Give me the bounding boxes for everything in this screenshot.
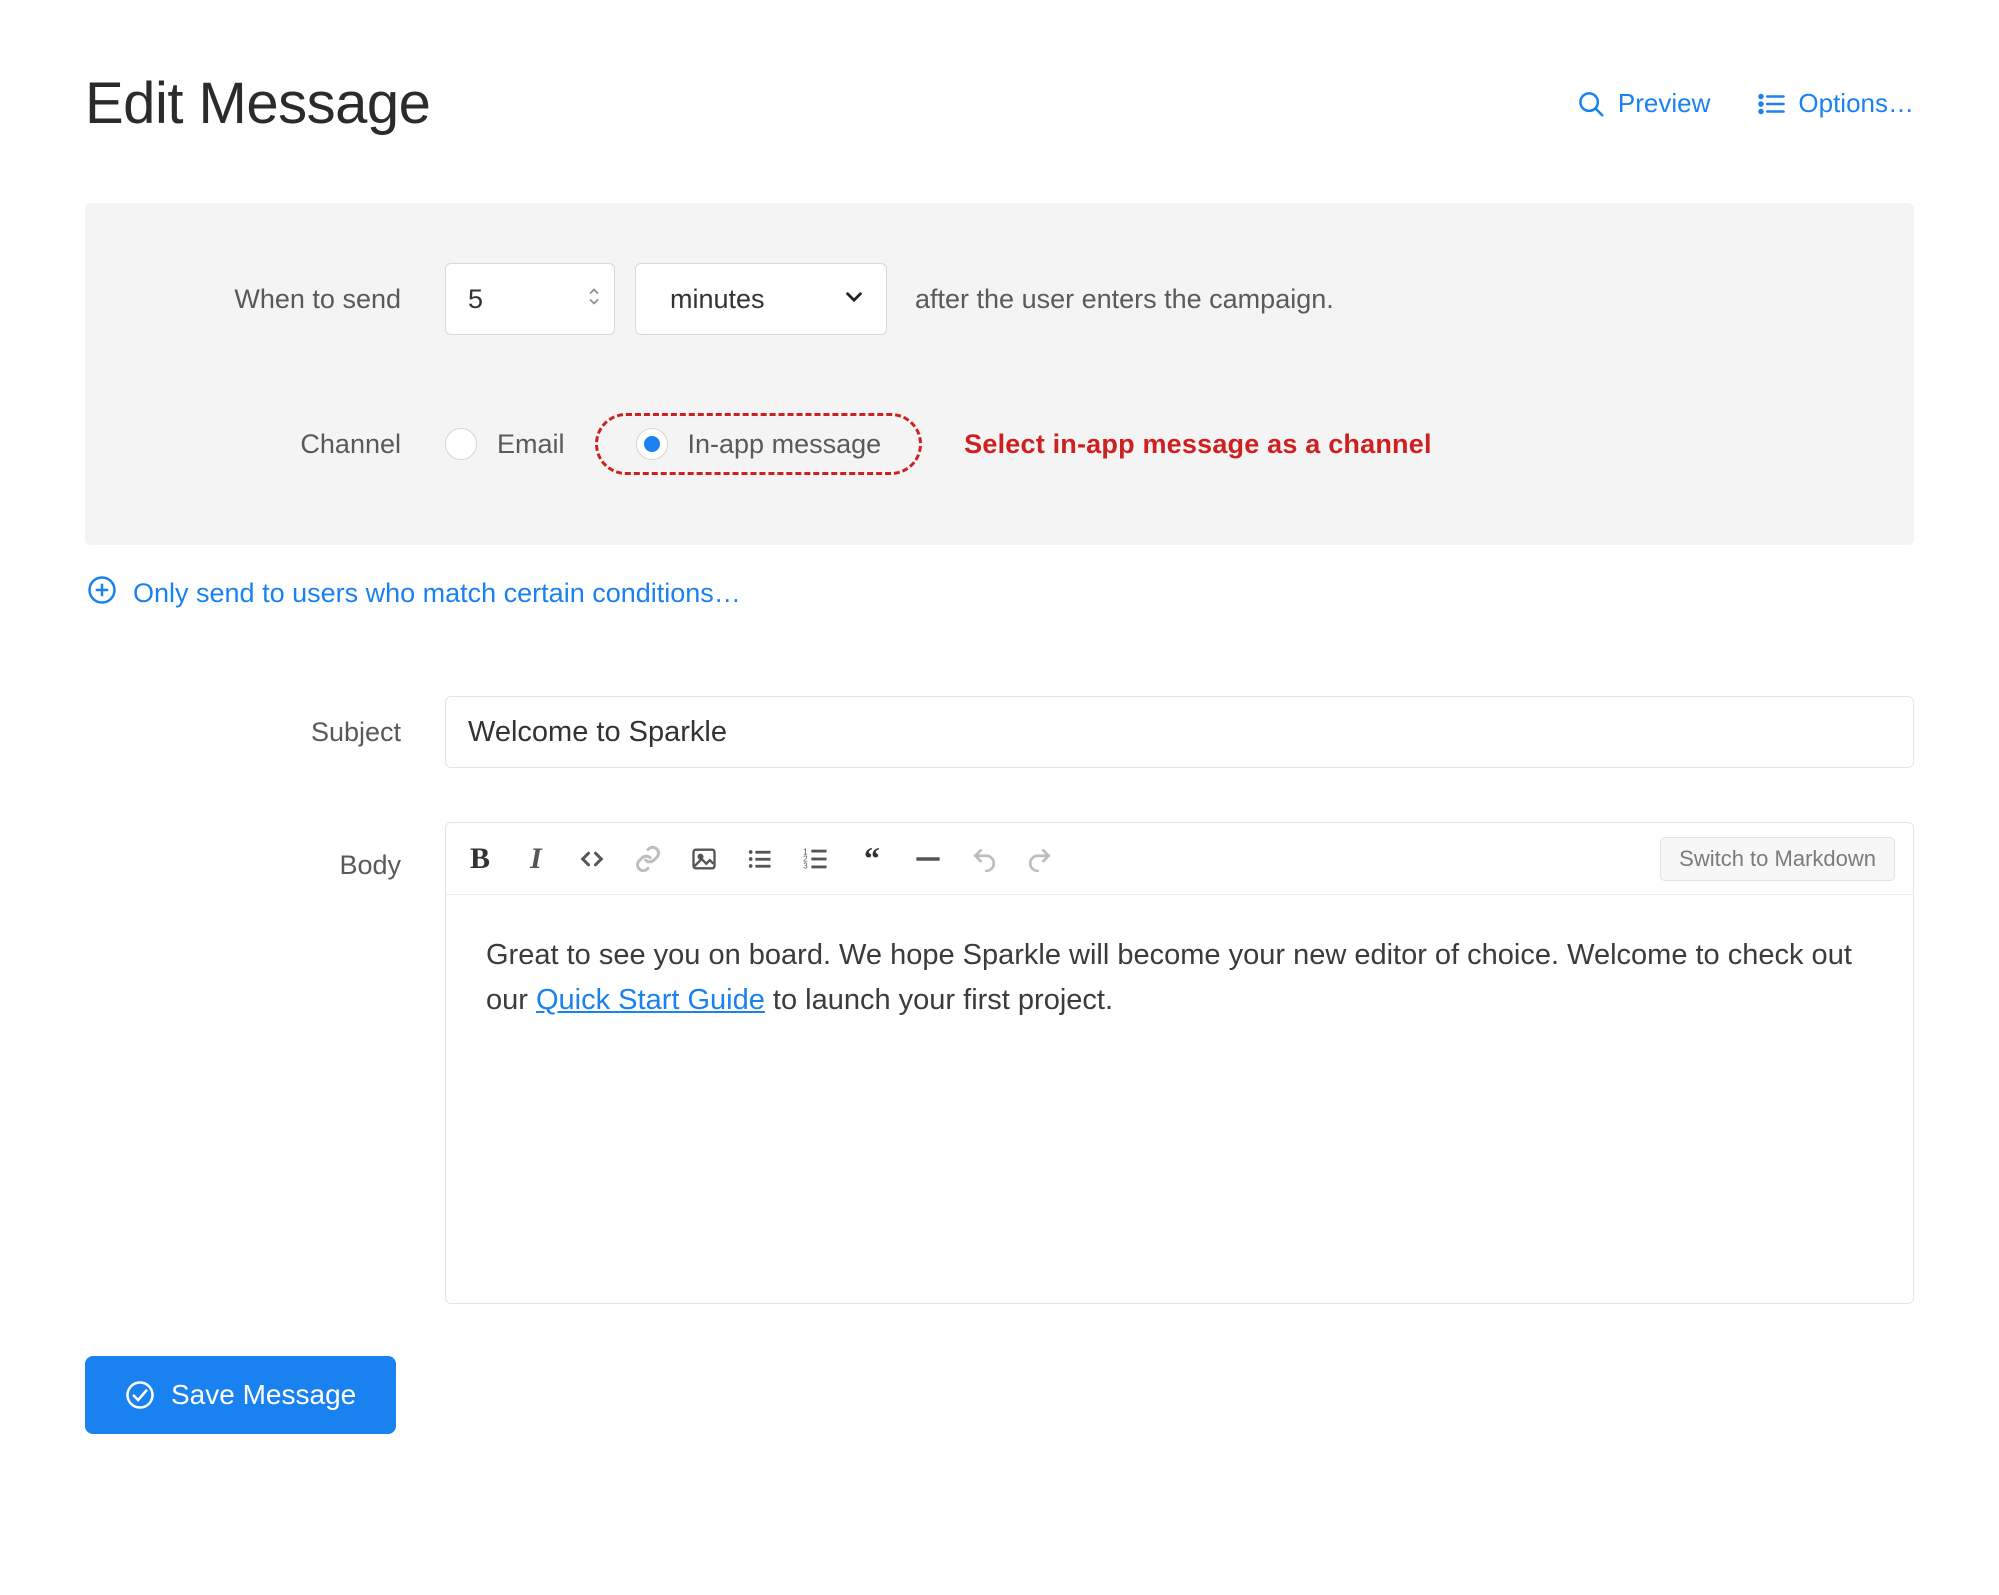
annotation-text: Select in-app message as a channel xyxy=(964,429,1432,460)
conditions-link-label: Only send to users who match certain con… xyxy=(133,578,741,609)
subject-label: Subject xyxy=(85,717,445,748)
when-suffix: after the user enters the campaign. xyxy=(915,284,1334,315)
add-conditions-link[interactable]: Only send to users who match certain con… xyxy=(85,575,1914,612)
radio-checked-icon xyxy=(636,428,668,460)
preview-button[interactable]: Preview xyxy=(1576,88,1710,119)
hr-button[interactable] xyxy=(912,843,944,875)
search-icon xyxy=(1576,89,1606,119)
annotation-highlight: In-app message xyxy=(595,413,923,475)
header-actions: Preview Options… xyxy=(1576,88,1914,119)
bold-button[interactable]: B xyxy=(464,843,496,875)
radio-inapp-label: In-app message xyxy=(688,429,882,460)
delay-input[interactable] xyxy=(445,263,615,335)
radio-email-label: Email xyxy=(497,429,565,460)
save-button-label: Save Message xyxy=(171,1379,356,1411)
options-label: Options… xyxy=(1798,88,1914,119)
channel-label: Channel xyxy=(85,429,445,460)
redo-button[interactable] xyxy=(1024,843,1056,875)
body-editor: B I 123 “ xyxy=(445,822,1914,1304)
undo-button[interactable] xyxy=(968,843,1000,875)
when-label: When to send xyxy=(85,284,445,315)
editor-toolbar: B I 123 “ xyxy=(446,823,1913,895)
preview-label: Preview xyxy=(1618,88,1710,119)
body-text-post: to launch your first project. xyxy=(765,984,1113,1016)
body-textarea[interactable]: Great to see you on board. We hope Spark… xyxy=(446,895,1913,1303)
body-label: Body xyxy=(85,822,445,881)
settings-panel: When to send minutes xyxy=(85,203,1914,545)
quote-button[interactable]: “ xyxy=(856,843,888,875)
subject-input[interactable] xyxy=(445,696,1914,768)
link-button[interactable] xyxy=(632,843,664,875)
code-button[interactable] xyxy=(576,843,608,875)
italic-button[interactable]: I xyxy=(520,843,552,875)
delay-unit-select[interactable]: minutes xyxy=(635,263,887,335)
radio-inapp[interactable]: In-app message xyxy=(636,428,882,460)
radio-unchecked-icon xyxy=(445,428,477,460)
radio-email[interactable]: Email xyxy=(445,428,565,460)
save-button[interactable]: Save Message xyxy=(85,1356,396,1434)
options-button[interactable]: Options… xyxy=(1756,88,1914,119)
switch-markdown-button[interactable]: Switch to Markdown xyxy=(1660,837,1895,881)
ol-button[interactable]: 123 xyxy=(800,843,832,875)
check-circle-icon xyxy=(125,1380,155,1410)
options-icon xyxy=(1756,89,1786,119)
plus-circle-icon xyxy=(87,575,117,612)
quick-start-link[interactable]: Quick Start Guide xyxy=(536,984,765,1016)
page-title: Edit Message xyxy=(85,70,430,137)
ul-button[interactable] xyxy=(744,843,776,875)
image-button[interactable] xyxy=(688,843,720,875)
svg-text:3: 3 xyxy=(803,861,808,870)
